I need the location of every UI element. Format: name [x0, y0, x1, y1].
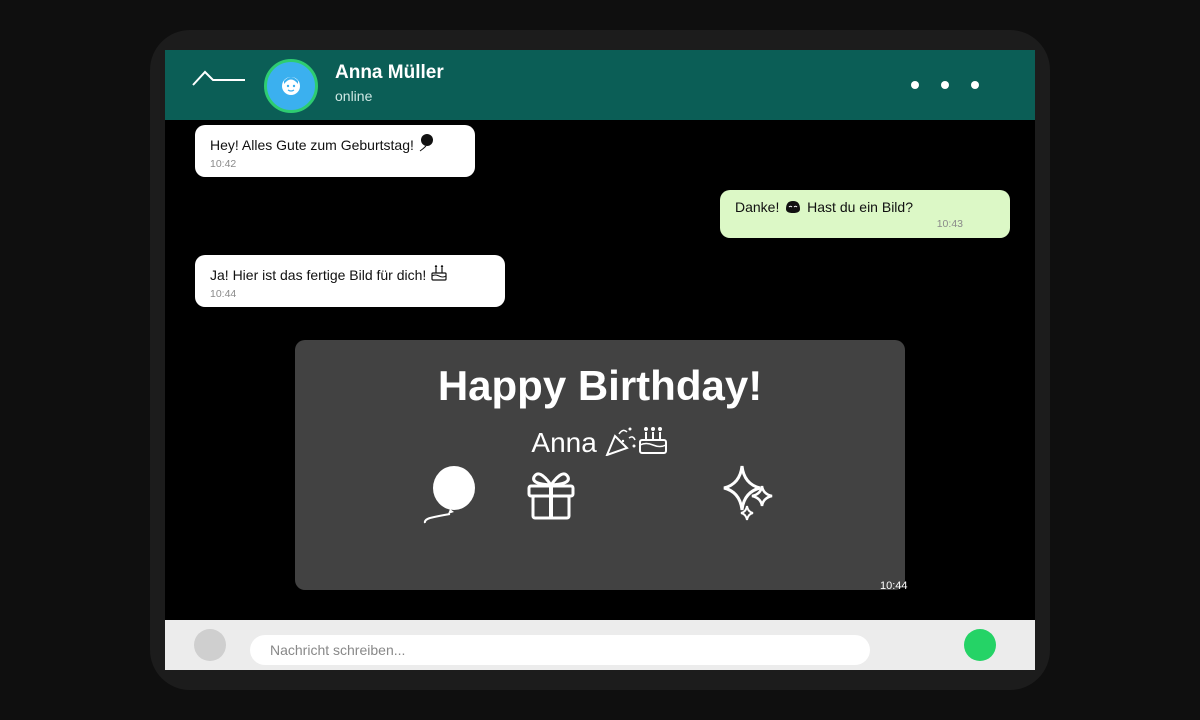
- send-button[interactable]: [964, 629, 996, 661]
- message-bubble-incoming[interactable]: Ja! Hier ist das fertige Bild für dich! …: [195, 255, 505, 307]
- menu-dot: [941, 81, 949, 89]
- sparkles-icon: [723, 465, 773, 521]
- message-bubble-outgoing[interactable]: Danke! Hast du ein Bild? 10:43: [720, 190, 1010, 238]
- message-input[interactable]: [250, 635, 870, 665]
- balloon-icon: [419, 134, 433, 152]
- emoji-button[interactable]: [194, 629, 226, 661]
- birthday-cake-icon: [638, 427, 667, 454]
- message-text: Hast du ein Bild?: [807, 199, 913, 215]
- message-time: 10:43: [936, 218, 963, 230]
- message-time: 10:42: [210, 158, 237, 170]
- contact-status: online: [335, 88, 373, 104]
- back-arrow-icon[interactable]: [191, 68, 247, 88]
- message-input-bar: [165, 620, 1035, 670]
- birthday-image[interactable]: Happy Birthday! Anna: [295, 340, 905, 590]
- balloon-icon: [423, 466, 475, 524]
- message-bubble-incoming[interactable]: Hey! Alles Gute zum Geburtstag! 10:42: [195, 125, 475, 177]
- user-avatar-icon: [282, 77, 300, 95]
- message-time: 10:44: [210, 288, 237, 300]
- smiling-face-icon: [786, 201, 801, 213]
- phone-frame: Anna Müller online Hey! Alles Gute zum G…: [150, 30, 1050, 690]
- message-text: Ja! Hier ist das fertige Bild für dich!: [210, 267, 427, 283]
- more-options-icon[interactable]: [911, 79, 987, 91]
- gift-icon: [527, 472, 575, 520]
- image-title: Happy Birthday!: [437, 362, 763, 409]
- menu-dot: [911, 81, 919, 89]
- avatar[interactable]: [264, 59, 318, 113]
- image-subtitle-line: Anna: [295, 424, 905, 459]
- image-time: 10:44: [880, 580, 908, 592]
- message-text: Danke!: [735, 199, 780, 215]
- image-subtitle: Anna: [531, 427, 597, 458]
- party-popper-icon: [604, 427, 636, 457]
- chat-header: Anna Müller online: [165, 50, 1035, 120]
- birthday-cake-icon: [431, 265, 447, 281]
- contact-name: Anna Müller: [335, 62, 444, 83]
- message-text: Hey! Alles Gute zum Geburtstag!: [210, 137, 414, 153]
- chat-screen: Anna Müller online Hey! Alles Gute zum G…: [165, 50, 1035, 670]
- menu-dot: [971, 81, 979, 89]
